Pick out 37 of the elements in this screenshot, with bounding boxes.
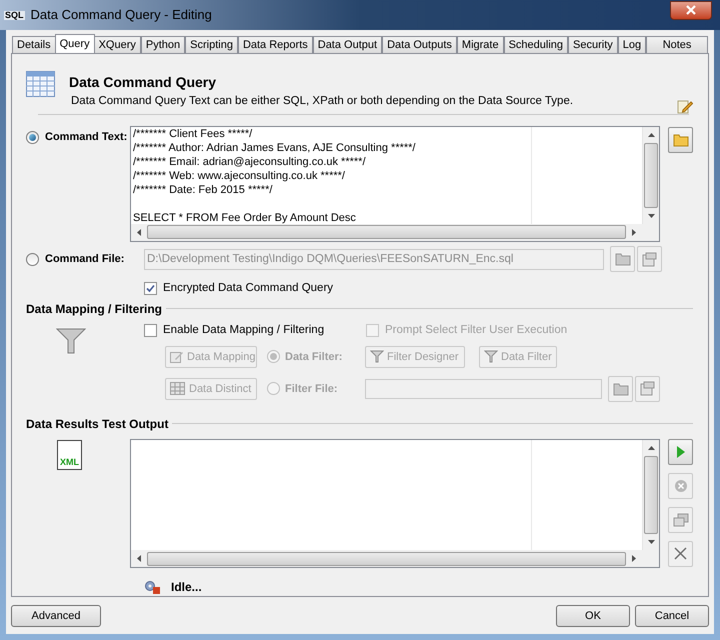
tab[interactable]: Scheduling [504, 36, 568, 53]
code-line: SELECT * FROM Fee Order By Amount Desc [133, 210, 357, 225]
header-title: Data Command Query [69, 74, 218, 91]
tab[interactable]: Query [54, 34, 95, 53]
tab[interactable]: Python [140, 36, 186, 53]
header-description: Data Command Query Text can be either SQL, XPath or both depending on the Data Source Type. [71, 94, 574, 109]
advanced-button[interactable]: Advanced [11, 605, 101, 627]
cancel-button[interactable]: Cancel [635, 605, 709, 627]
section-heading: Data Mapping / Filtering [26, 300, 162, 318]
radio-label: Filter File: [285, 382, 338, 397]
tab[interactable]: Scripting [185, 36, 238, 53]
tab[interactable]: Log [618, 36, 646, 53]
tab[interactable]: XQuery [94, 36, 141, 53]
code-line: /******* Date: Feb 2015 *****/ [133, 182, 274, 197]
xml-file-icon: XML [57, 440, 82, 470]
field-label: Command Text: [45, 130, 128, 144]
radio-label: Data Filter: [285, 350, 342, 365]
code-line: /******* Web: www.ajeconsulting.co.uk *****/ [133, 168, 346, 183]
code-line: /******* Client Fees *****/ [133, 126, 254, 141]
checkbox-label: Prompt Select Filter User Execution [385, 323, 568, 338]
tab[interactable]: Data Reports [238, 36, 313, 53]
checkbox-label: Encrypted Data Command Query [163, 280, 334, 296]
tab[interactable]: Migrate [456, 36, 504, 53]
tab[interactable]: Details [12, 36, 56, 53]
tab[interactable]: Notes [646, 36, 708, 53]
checkbox-label: Enable Data Mapping / Filtering [163, 323, 324, 338]
ok-button[interactable]: OK [556, 605, 630, 627]
field-label: Command File: [45, 252, 124, 267]
code-line: /******* Author: Adrian James Evans, AJE Consulting *****/ [133, 140, 416, 155]
status-text: Idle... [171, 579, 202, 596]
code-line: /******* Email: adrian@ajeconsulting.co.uk *****/ [133, 154, 367, 169]
section-heading: Data Results Test Output [26, 416, 168, 433]
tab[interactable]: Data Output [312, 36, 382, 53]
sql-icon: SQL [4, 10, 25, 20]
window-title: Data Command Query - Editing [30, 6, 212, 24]
tab[interactable]: Security [568, 36, 618, 53]
tab[interactable]: Data Outputs [382, 36, 457, 53]
